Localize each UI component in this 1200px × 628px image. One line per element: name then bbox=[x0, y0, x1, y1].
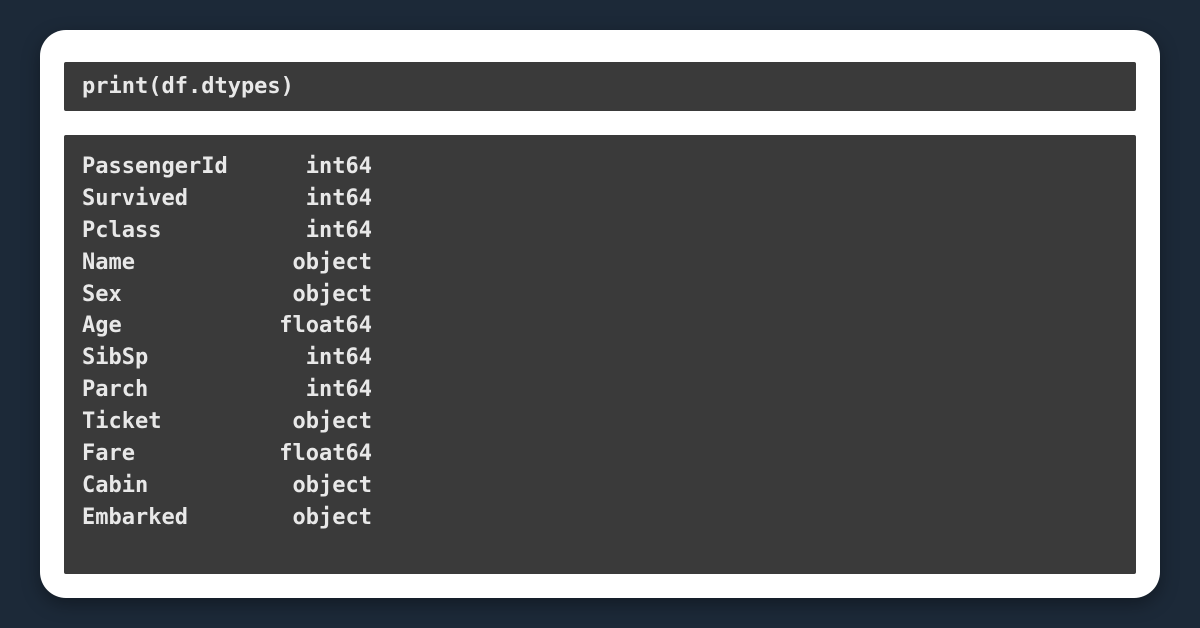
column-name: Embarked bbox=[82, 502, 272, 534]
column-name: Fare bbox=[82, 438, 272, 470]
dtype-row: Ticketobject bbox=[82, 406, 1118, 438]
dtype-row: Pclassint64 bbox=[82, 215, 1118, 247]
column-dtype: object bbox=[272, 279, 372, 311]
content-card: print(df.dtypes) PassengerIdint64Survive… bbox=[40, 30, 1160, 598]
dtype-row: Nameobject bbox=[82, 247, 1118, 279]
column-name: Pclass bbox=[82, 215, 272, 247]
code-input-block: print(df.dtypes) bbox=[64, 62, 1136, 111]
dtype-row: Cabinobject bbox=[82, 470, 1118, 502]
column-dtype: int64 bbox=[272, 183, 372, 215]
dtype-row: SibSpint64 bbox=[82, 342, 1118, 374]
column-name: Survived bbox=[82, 183, 272, 215]
column-name: Name bbox=[82, 247, 272, 279]
code-output-block: PassengerIdint64Survivedint64Pclassint64… bbox=[64, 135, 1136, 574]
column-name: PassengerId bbox=[82, 151, 272, 183]
column-dtype: object bbox=[272, 247, 372, 279]
column-dtype: object bbox=[272, 502, 372, 534]
column-dtype: object bbox=[272, 406, 372, 438]
column-dtype: int64 bbox=[272, 215, 372, 247]
column-name: Age bbox=[82, 310, 272, 342]
column-dtype: object bbox=[272, 470, 372, 502]
dtype-row: Agefloat64 bbox=[82, 310, 1118, 342]
column-name: Ticket bbox=[82, 406, 272, 438]
block-spacer bbox=[64, 111, 1136, 135]
dtype-row: Sexobject bbox=[82, 279, 1118, 311]
column-dtype: int64 bbox=[272, 342, 372, 374]
dtype-row: Parchint64 bbox=[82, 374, 1118, 406]
column-name: SibSp bbox=[82, 342, 272, 374]
dtype-row: Embarkedobject bbox=[82, 502, 1118, 534]
column-dtype: int64 bbox=[272, 374, 372, 406]
column-name: Cabin bbox=[82, 470, 272, 502]
code-line: print(df.dtypes) bbox=[82, 74, 294, 99]
column-dtype: float64 bbox=[272, 438, 372, 470]
column-name: Sex bbox=[82, 279, 272, 311]
column-dtype: float64 bbox=[272, 310, 372, 342]
dtype-row: Survivedint64 bbox=[82, 183, 1118, 215]
column-dtype: int64 bbox=[272, 151, 372, 183]
dtype-row: Farefloat64 bbox=[82, 438, 1118, 470]
dtype-row: PassengerIdint64 bbox=[82, 151, 1118, 183]
column-name: Parch bbox=[82, 374, 272, 406]
